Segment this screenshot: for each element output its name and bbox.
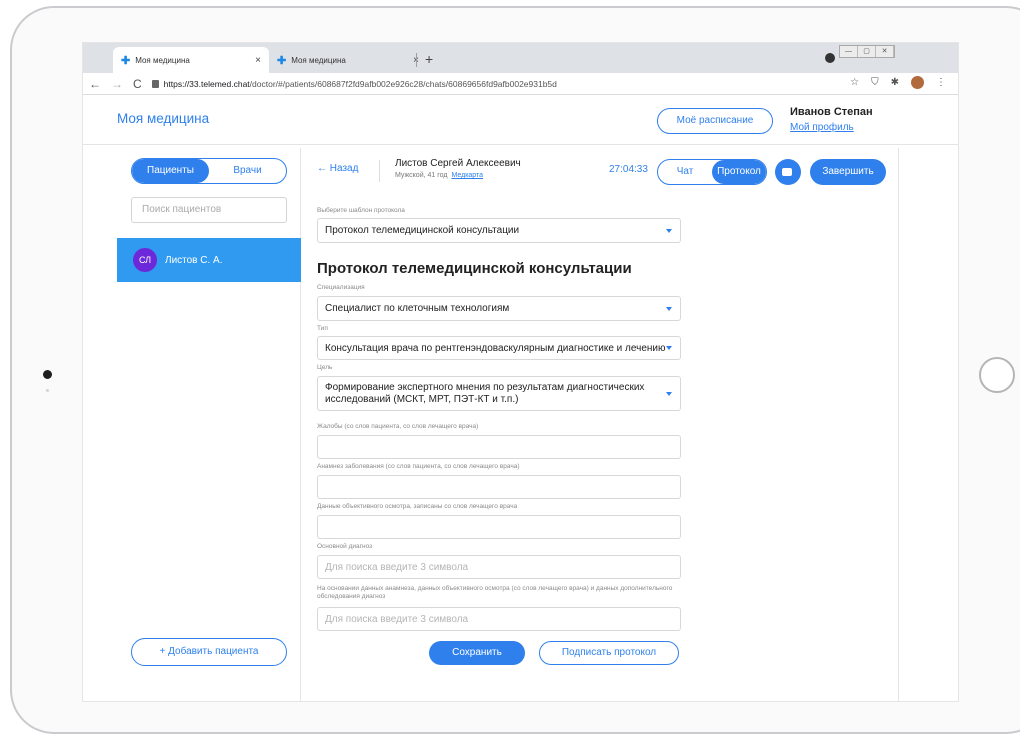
window-controls: — ▢ ✕ bbox=[839, 45, 895, 58]
tab-doctors[interactable]: Врачи bbox=[209, 159, 286, 183]
type-value: Консультация врача по рентгенэндоваскуля… bbox=[325, 343, 666, 354]
goal-value: Формирование экспертного мнения по резул… bbox=[325, 382, 645, 405]
extra-diagnosis-field[interactable]: Для поиска введите 3 символа bbox=[317, 607, 681, 631]
tab-title: Моя медицина bbox=[135, 55, 190, 65]
brand-logo[interactable]: Моя медицина bbox=[117, 111, 209, 126]
sidebar-segment: Пациенты Врачи bbox=[131, 158, 287, 184]
shield-icon[interactable]: ⛉ bbox=[871, 77, 879, 88]
list-item[interactable]: СЛ Листов С. А. bbox=[117, 238, 301, 282]
goal-select[interactable]: Формирование экспертного мнения по резул… bbox=[317, 376, 681, 411]
save-button[interactable]: Сохранить bbox=[429, 641, 525, 665]
url-host: https://33.telemed.chat bbox=[163, 78, 250, 89]
divider bbox=[379, 160, 380, 182]
screen: ✚ Моя медицина × ✚ Моя медицина × + — ▢ … bbox=[82, 42, 959, 702]
spec-label: Специализация bbox=[317, 284, 365, 291]
type-select[interactable]: Консультация врача по рентгенэндоваскуля… bbox=[317, 336, 681, 360]
browser-tabbar: ✚ Моя медицина × ✚ Моя медицина × + — ▢ … bbox=[83, 43, 958, 73]
spec-select[interactable]: Специалист по клеточным технологиям bbox=[317, 296, 681, 321]
view-toggle: Чат Протокол bbox=[657, 159, 767, 185]
complaints-label: Жалобы (со слов пациента, со слов лечаще… bbox=[317, 423, 479, 430]
extensions-icon[interactable]: ✱ bbox=[891, 77, 899, 88]
toolbar-icons: ☆ ⛉ ✱ ⋮ bbox=[850, 76, 946, 89]
chevron-down-icon bbox=[666, 391, 672, 396]
video-call-icon[interactable] bbox=[775, 159, 801, 185]
chevron-down-icon bbox=[666, 306, 672, 311]
anamnesis-field[interactable] bbox=[317, 475, 681, 499]
exam-label: Данные объективного осмотра, записаны со… bbox=[317, 503, 518, 510]
chevron-down-icon bbox=[666, 228, 672, 233]
search-input[interactable]: Поиск пациентов bbox=[131, 197, 287, 223]
patient-name: Листов С. А. bbox=[165, 254, 223, 266]
chevron-down-icon bbox=[666, 346, 672, 350]
star-icon[interactable]: ☆ bbox=[850, 77, 859, 88]
avatar[interactable] bbox=[911, 76, 924, 89]
back-icon[interactable]: ← bbox=[89, 77, 101, 91]
new-tab-button[interactable]: + bbox=[425, 51, 433, 67]
schedule-button[interactable]: Моё расписание bbox=[657, 108, 773, 134]
favicon-icon: ✚ bbox=[277, 54, 287, 67]
browser-tab[interactable]: ✚ Моя медицина × bbox=[269, 47, 427, 73]
patient-demographics: Мужской, 41 год bbox=[395, 172, 448, 179]
tab-protocol[interactable]: Протокол bbox=[712, 160, 766, 184]
tab-close-icon[interactable]: × bbox=[255, 55, 261, 66]
maximize-icon[interactable]: ▢ bbox=[858, 46, 876, 57]
back-link[interactable]: ← Назад bbox=[317, 163, 358, 174]
goal-label: Цель bbox=[317, 364, 333, 371]
type-label: Тип bbox=[317, 325, 328, 332]
lock-icon bbox=[151, 79, 159, 88]
patient-full-name: Листов Сергей Алексеевич bbox=[395, 158, 521, 169]
exam-field[interactable] bbox=[317, 515, 681, 539]
add-patient-button[interactable]: + Добавить пациента bbox=[131, 638, 287, 666]
app-header: Моя медицина Моё расписание Иванов Степа… bbox=[83, 95, 958, 145]
sensor-dot bbox=[46, 389, 49, 392]
sign-protocol-button[interactable]: Подписать протокол bbox=[539, 641, 679, 665]
template-select[interactable]: Протокол телемедицинской консультации bbox=[317, 218, 681, 243]
user-name: Иванов Степан bbox=[790, 106, 873, 118]
anamnesis-label: Анамнез заболевания (со слов пациента, с… bbox=[317, 463, 520, 470]
complaints-field[interactable] bbox=[317, 435, 681, 459]
tab-title: Моя медицина bbox=[291, 55, 346, 65]
url-path: /doctor/#/patients/608687f2fd9afb002e926… bbox=[249, 78, 557, 89]
menu-icon[interactable]: ⋮ bbox=[936, 77, 946, 88]
diagnosis-label: Основной диагноз bbox=[317, 543, 373, 550]
favicon-icon: ✚ bbox=[121, 54, 131, 67]
home-button[interactable] bbox=[979, 357, 1015, 393]
tab-patients[interactable]: Пациенты bbox=[132, 159, 209, 183]
tab-chat[interactable]: Чат bbox=[658, 160, 712, 184]
sidebar: Пациенты Врачи Поиск пациентов СЛ Листов… bbox=[117, 148, 301, 701]
minimize-icon[interactable]: — bbox=[840, 46, 858, 57]
diagnosis-field[interactable]: Для поиска введите 3 символа bbox=[317, 555, 681, 579]
patient-info: Мужской, 41 год Медкарта bbox=[395, 172, 483, 179]
medcard-link[interactable]: Медкарта bbox=[451, 172, 483, 179]
session-timer: 27:04:33 bbox=[609, 164, 648, 175]
finish-button[interactable]: Завершить bbox=[810, 159, 886, 185]
forward-icon[interactable]: → bbox=[111, 77, 123, 91]
template-label: Выберите шаблон протокола bbox=[317, 207, 405, 214]
page-title: Протокол телемедицинской консультации bbox=[317, 260, 632, 277]
camera-icon bbox=[43, 370, 52, 379]
reload-icon[interactable]: C bbox=[133, 77, 142, 91]
profile-link[interactable]: Мой профиль bbox=[790, 122, 854, 133]
url-field[interactable]: https://33.telemed.chat/doctor/#/patient… bbox=[164, 79, 557, 89]
tab-separator bbox=[416, 53, 417, 67]
template-value: Протокол телемедицинской консультации bbox=[325, 225, 520, 236]
avatar: СЛ bbox=[133, 248, 157, 272]
extra-diagnosis-label: На основании данных анамнеза, данных объ… bbox=[317, 585, 673, 600]
address-bar: ← → C https://33.telemed.chat/doctor/#/p… bbox=[83, 73, 958, 95]
spec-value: Специалист по клеточным технологиям bbox=[325, 303, 510, 314]
close-window-icon[interactable]: ✕ bbox=[876, 46, 894, 57]
browser-profile-icon[interactable] bbox=[825, 53, 835, 63]
browser-tab-active[interactable]: ✚ Моя медицина × bbox=[113, 47, 269, 73]
divider bbox=[898, 148, 899, 701]
